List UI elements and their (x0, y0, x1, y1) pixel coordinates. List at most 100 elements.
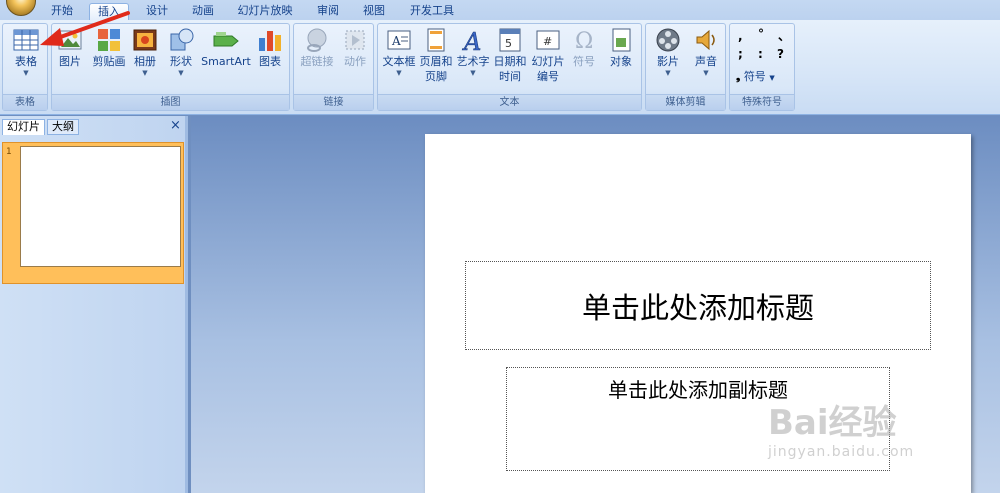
tab-home[interactable]: 开始 (45, 3, 79, 20)
slide-canvas[interactable]: 单击此处添加标题 单击此处添加副标题 (425, 134, 971, 493)
object-button[interactable]: 对象 (604, 26, 638, 69)
tab-slideshow[interactable]: 幻灯片放映 (234, 3, 296, 20)
object-icon (612, 28, 631, 52)
header-footer-button[interactable]: 页眉和 页脚 (418, 26, 454, 84)
smartart-label: SmartArt (201, 55, 251, 68)
symbol-comma[interactable]: , (738, 29, 743, 43)
close-icon[interactable]: × (170, 118, 181, 133)
globe-link-icon (307, 28, 327, 52)
header-footer-label-2: 页脚 (425, 70, 447, 83)
group-label-table: 表格 (3, 94, 47, 110)
tab-insert[interactable]: 插入 (89, 3, 129, 20)
chevron-down-icon: ▼ (769, 74, 775, 82)
table-icon (13, 29, 39, 51)
slide-number-label-2: 编号 (537, 70, 559, 83)
action-icon (345, 30, 365, 50)
table-button[interactable]: 表格 ▼ (7, 26, 45, 77)
wordart-button[interactable]: A 艺术字 ▼ (455, 26, 491, 77)
slide-thumbnail[interactable] (20, 146, 181, 267)
subtitle-placeholder[interactable]: 单击此处添加副标题 (506, 367, 890, 471)
symbol-question[interactable]: ? (777, 47, 784, 61)
film-reel-icon (656, 28, 680, 52)
wordart-icon: A (462, 28, 482, 54)
group-label-links: 链接 (294, 94, 373, 110)
group-label-special-symbols: 特殊符号 (730, 94, 794, 110)
svg-text:A: A (462, 28, 481, 54)
group-media: 影片 ▼ 声音 ▼ 媒体剪辑 (645, 23, 726, 111)
sound-label: 声音 (695, 55, 717, 68)
hyperlink-button[interactable]: 超链接 (296, 26, 338, 69)
special-symbol-label: 符号 (743, 70, 766, 83)
title-placeholder[interactable]: 单击此处添加标题 (465, 261, 931, 350)
tab-design[interactable]: 设计 (140, 3, 174, 20)
symbol-colon[interactable]: : (758, 47, 763, 61)
object-label: 对象 (610, 55, 632, 68)
movie-button[interactable]: 影片 ▼ (649, 26, 687, 77)
wordart-label: 艺术字 (456, 55, 490, 68)
speaker-icon (696, 29, 715, 51)
clipart-label: 剪贴画 (92, 55, 126, 68)
slide-number-button[interactable]: # 幻灯片 编号 (529, 26, 567, 84)
photo-album-icon (133, 29, 157, 51)
calendar-icon: 5 (499, 28, 521, 52)
chevron-down-icon: ▼ (23, 69, 29, 77)
office-button[interactable] (6, 0, 36, 16)
symbol-degree[interactable]: ° (758, 27, 764, 41)
textbox-icon: A (387, 30, 411, 50)
slide-number: 1 (6, 147, 12, 157)
datetime-button[interactable]: 5 日期和 时间 (492, 26, 528, 84)
action-button[interactable]: 动作 (339, 26, 371, 69)
shapes-icon (170, 28, 194, 51)
movie-label: 影片 (657, 55, 679, 68)
slides-panel: 幻灯片 大纲 × 1 (0, 116, 188, 493)
group-text: A 文本框 ▼ 页眉和 页脚 A 艺术字 ▼ 5 日期和 时间 # 幻灯片 编号… (377, 23, 642, 111)
textbox-label: 文本框 (382, 55, 416, 68)
picture-button[interactable]: 图片 (55, 26, 85, 69)
action-label: 动作 (344, 55, 366, 68)
tab-developer[interactable]: 开发工具 (404, 3, 460, 20)
tab-outline[interactable]: 大纲 (47, 119, 79, 135)
chevron-down-icon: ▼ (703, 69, 709, 77)
subtitle-placeholder-text: 单击此处添加副标题 (608, 378, 788, 402)
slide-thumbnail-selected[interactable]: 1 (2, 142, 184, 284)
picture-icon (58, 30, 82, 50)
group-links: 超链接 动作 链接 (293, 23, 374, 111)
chart-icon (259, 31, 281, 51)
group-table: 表格 ▼ 表格 (2, 23, 48, 111)
group-illustrations: 图片 剪贴画 相册 ▼ 形状 ▼ SmartArt 图表 插图 (51, 23, 290, 111)
smartart-icon (213, 32, 239, 47)
table-button-label: 表格 (15, 55, 37, 68)
photo-album-button[interactable]: 相册 ▼ (130, 26, 160, 77)
special-symbol-button[interactable]: ❟ 符号 ▼ (736, 68, 775, 84)
chevron-down-icon: ▼ (470, 69, 476, 77)
tab-slides[interactable]: 幻灯片 (2, 119, 45, 135)
tab-view[interactable]: 视图 (357, 3, 391, 20)
chevron-down-icon: ▼ (665, 69, 671, 77)
group-label-text: 文本 (378, 94, 641, 110)
slide-number-icon: # (536, 30, 560, 50)
symbol-semicolon[interactable]: ; (738, 47, 743, 61)
shapes-label: 形状 (170, 55, 192, 68)
sound-button[interactable]: 声音 ▼ (688, 26, 724, 77)
svg-text:5: 5 (505, 37, 512, 50)
clipart-icon (98, 29, 120, 51)
symbol-button[interactable]: Ω 符号 (568, 26, 600, 69)
ribbon-tab-bar: 开始 插入 设计 动画 幻灯片放映 审阅 视图 开发工具 (0, 0, 1000, 20)
slide-editor: 单击此处添加标题 单击此处添加副标题 (191, 116, 1000, 493)
tab-animation[interactable]: 动画 (186, 3, 220, 20)
shapes-button[interactable]: 形状 ▼ (164, 26, 198, 77)
bullet-icon: ❟ (736, 70, 741, 83)
group-special-symbols: , ° 、 ; : ? ❟ 符号 ▼ 特殊符号 (729, 23, 795, 111)
clipart-button[interactable]: 剪贴画 (90, 26, 128, 69)
symbol-enumeration-comma[interactable]: 、 (778, 27, 790, 44)
textbox-button[interactable]: A 文本框 ▼ (381, 26, 417, 77)
symbol-label: 符号 (573, 55, 595, 68)
smartart-button[interactable]: SmartArt (201, 26, 251, 69)
chart-button[interactable]: 图表 (254, 26, 286, 69)
title-placeholder-text: 单击此处添加标题 (581, 290, 814, 325)
datetime-label-2: 时间 (499, 70, 521, 83)
omega-icon: Ω (575, 29, 593, 54)
tab-review[interactable]: 审阅 (311, 3, 345, 20)
group-label-illustrations: 插图 (52, 94, 289, 110)
ribbon: 表格 ▼ 表格 图片 剪贴画 相册 ▼ 形状 ▼ SmartArt 图表 插图 … (0, 20, 1000, 115)
